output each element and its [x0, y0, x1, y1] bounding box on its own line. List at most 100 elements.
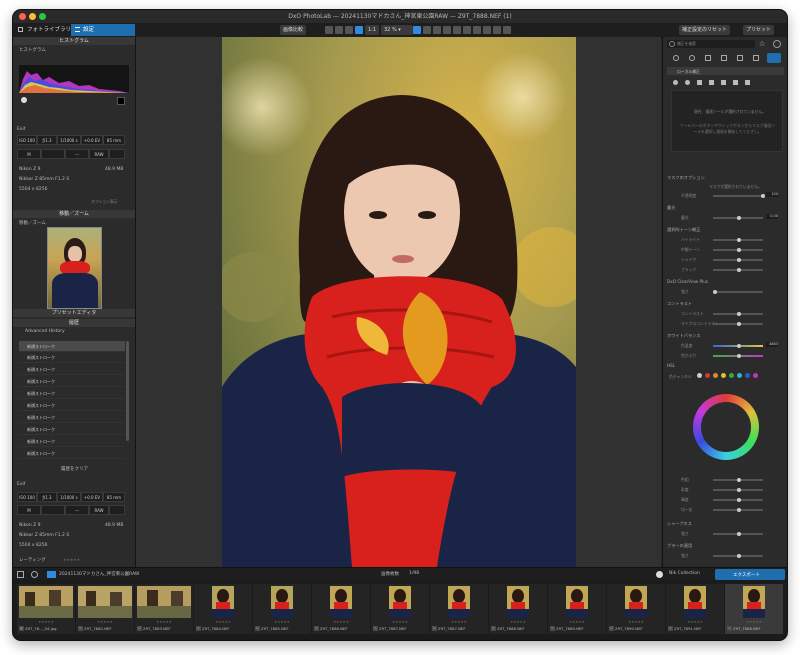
thumbnail-stars[interactable]: ★★★★★: [489, 620, 547, 624]
one-to-one-button[interactable]: 1:1: [365, 25, 380, 35]
exposure-value[interactable]: 0.00: [766, 214, 778, 219]
main-photo[interactable]: [222, 37, 576, 567]
detail-icon[interactable]: [705, 55, 711, 61]
filmstrip-thumbnail-selected[interactable]: ★★★★★ n Z9T_7888.NEF: [725, 584, 783, 634]
thumbnail-stars[interactable]: ★★★★★: [371, 620, 429, 624]
filter-icon[interactable]: [31, 571, 38, 578]
effects-icon[interactable]: [737, 55, 743, 61]
navigator-thumbnail[interactable]: [47, 227, 102, 309]
filmstrip-thumbnail[interactable]: ★★★★★ n Z9T_7890.NEF: [607, 584, 665, 634]
sharpness-slider[interactable]: [713, 532, 763, 536]
control-line-icon[interactable]: [709, 80, 714, 85]
metadata-icon[interactable]: [753, 55, 759, 61]
thumbnail-stars[interactable]: ★★★★★: [607, 620, 665, 624]
local-adjust-tool-icon[interactable]: [413, 26, 421, 34]
clear-history-button[interactable]: 履歴をクリア: [61, 466, 88, 472]
preset-editor-panel-header[interactable]: プリセットエディタ: [13, 309, 135, 317]
presets-button[interactable]: プリセット: [743, 25, 775, 35]
palette-toggle-icon[interactable]: [773, 40, 781, 48]
contrast-slider[interactable]: [713, 312, 763, 316]
move-zoom-panel-header[interactable]: 移動／ズーム: [13, 210, 135, 218]
slider-knob[interactable]: [737, 238, 741, 242]
tone-blacks-slider[interactable]: [713, 268, 763, 272]
swatch-blue[interactable]: [745, 373, 750, 378]
horizon-icon[interactable]: [433, 26, 441, 34]
star-icon[interactable]: ☆: [759, 40, 767, 48]
crop-icon[interactable]: [423, 26, 431, 34]
exposure-slider-knob[interactable]: [737, 216, 741, 220]
geometry-icon[interactable]: [721, 55, 727, 61]
slider-knob[interactable]: [737, 532, 741, 536]
history-item[interactable]: 新規ストローク: [19, 376, 125, 387]
filmstrip-thumbnail[interactable]: ★★★★★ n Z9T_7886.NEF: [312, 584, 370, 634]
ai-mask-icon[interactable]: [745, 80, 750, 85]
thumbnail-stars[interactable]: ★★★★★: [135, 620, 193, 624]
tab-customize[interactable]: 設定: [71, 24, 135, 36]
filmstrip-thumbnail[interactable]: ★★★★★ jp Z9T_78..._04.jpg: [17, 584, 75, 634]
temperature-value[interactable]: 4883: [766, 342, 778, 347]
search-input[interactable]: 補正を検索: [667, 40, 755, 48]
history-item[interactable]: 新規ストローク: [19, 436, 125, 447]
tint-slider[interactable]: [713, 354, 763, 358]
exposure-slider[interactable]: [713, 216, 763, 220]
filmstrip-thumbnail[interactable]: ★★★★★ n Z9T_7884.NEF: [194, 584, 252, 634]
slider-knob[interactable]: [737, 498, 741, 502]
history-item[interactable]: 新規ストローク: [19, 424, 125, 435]
export-button[interactable]: エクスポート: [715, 569, 785, 580]
history-item[interactable]: 新規ストローク: [19, 448, 125, 459]
clearview-slider[interactable]: [713, 290, 763, 294]
swatch-green[interactable]: [729, 373, 734, 378]
thumbnail-stars[interactable]: ★★★★★: [430, 620, 488, 624]
slider-knob[interactable]: [737, 344, 741, 348]
brush-icon[interactable]: [673, 80, 678, 85]
compare-button[interactable]: 画像比較: [280, 25, 307, 35]
hsl-header[interactable]: HSL: [667, 363, 784, 368]
image-viewer[interactable]: [136, 37, 661, 567]
white-balance-header[interactable]: ホワイトバランス: [667, 333, 784, 339]
hsl-saturation-slider[interactable]: [713, 488, 763, 492]
slider-knob[interactable]: [737, 312, 741, 316]
watermark-icon[interactable]: [473, 26, 481, 34]
blur-slider[interactable]: [713, 554, 763, 558]
tone-midtones-slider[interactable]: [713, 248, 763, 252]
filmstrip-thumbnail[interactable]: ★★★★★ n Z9T_7889.NEF: [548, 584, 606, 634]
color-icon[interactable]: [689, 55, 695, 61]
history-item[interactable]: 新規ストローク: [19, 352, 125, 363]
history-item[interactable]: 新規ストローク: [19, 412, 125, 423]
local-adjust-tab-icon[interactable]: [767, 53, 781, 63]
hsl-hue-slider[interactable]: [713, 478, 763, 482]
tone-shadows-slider[interactable]: [713, 258, 763, 262]
blur-header[interactable]: ブラーの適用: [667, 543, 784, 549]
advanced-history-label[interactable]: Advanced History: [25, 329, 65, 334]
filmstrip-thumbnail[interactable]: ★★★★★ n Z9T_7891.NEF: [666, 584, 724, 634]
history-scrollbar[interactable]: [126, 341, 129, 441]
filmstrip-thumbnail[interactable]: ★★★★★ n Z9T_7883.NEF: [135, 584, 193, 634]
rotate-left-icon[interactable]: [335, 26, 343, 34]
filmstrip-thumbnail[interactable]: ★★★★★ n Z9T_7882.NEF: [76, 584, 134, 634]
reset-corrections-button[interactable]: 補正設定のリセット: [679, 25, 731, 35]
thumbnail-stars[interactable]: ★★★★★: [666, 620, 724, 624]
exif-options-link[interactable]: オプション表示: [91, 199, 118, 205]
swatch-orange[interactable]: [713, 373, 718, 378]
thumbnail-stars[interactable]: ★★★★★: [253, 620, 311, 624]
move-tool-icon[interactable]: [355, 26, 363, 34]
slider-knob[interactable]: [737, 508, 741, 512]
swatch-magenta[interactable]: [753, 373, 758, 378]
swatch-red[interactable]: [705, 373, 710, 378]
filmstrip-thumbnail[interactable]: ★★★★★ n Z9T_7887.NEF: [430, 584, 488, 634]
local-adjust-header[interactable]: ローカル補正: [667, 67, 784, 75]
contrast-header[interactable]: コントラスト: [667, 301, 784, 307]
light-icon[interactable]: [673, 55, 679, 61]
mask-options-header[interactable]: マスクのオプション: [667, 175, 784, 181]
thumbnail-stars[interactable]: ★★★★★: [76, 620, 134, 624]
control-point-icon[interactable]: [697, 80, 702, 85]
thumbnail-stars[interactable]: ★★★★★: [17, 620, 75, 624]
history-panel-header[interactable]: 履歴: [13, 319, 135, 327]
thumbnail-stars[interactable]: ★★★★★: [312, 620, 370, 624]
tone-highlights-slider[interactable]: [713, 238, 763, 242]
sort-icon[interactable]: [17, 571, 24, 578]
histogram-panel-header[interactable]: ヒストグラム: [13, 37, 135, 45]
slider-knob[interactable]: [737, 478, 741, 482]
hsl-uniformity-slider[interactable]: [713, 508, 763, 512]
repair-icon[interactable]: [453, 26, 461, 34]
